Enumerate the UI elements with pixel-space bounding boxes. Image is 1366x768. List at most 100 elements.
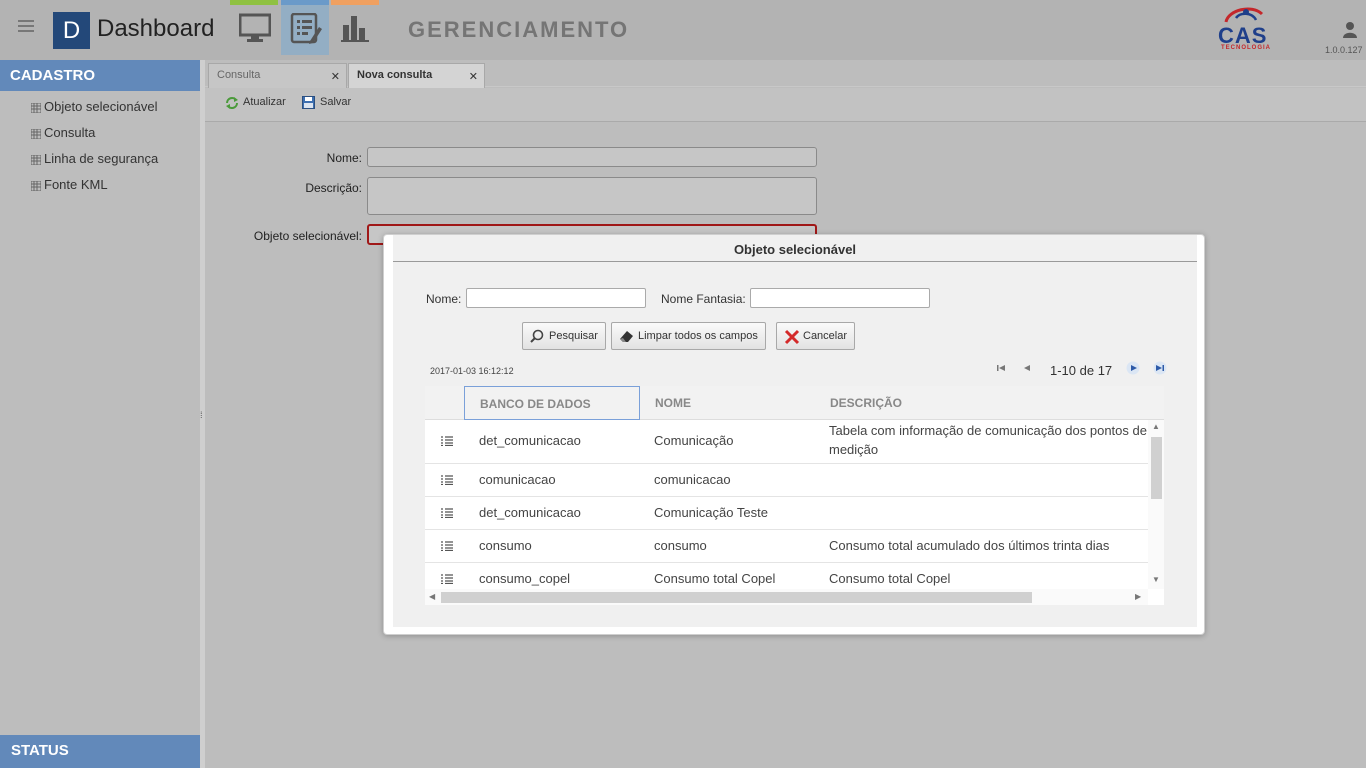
cas-logo-subtext: TECNOLOGIA <box>1221 45 1271 51</box>
search-icon <box>530 329 544 343</box>
save-label: Salvar <box>320 96 352 108</box>
next-page-icon[interactable] <box>1126 361 1140 375</box>
vertical-scroll-thumb[interactable] <box>1151 437 1162 499</box>
column-header-nome[interactable]: NOME <box>640 386 815 420</box>
table-row[interactable]: det_comunicacao Comunicação Tabela com i… <box>425 420 1148 464</box>
chart-strip <box>331 0 379 5</box>
dashboard-logo-icon: D <box>53 12 90 49</box>
user-icon[interactable] <box>1343 22 1357 38</box>
sidebar-item-label: Linha de segurança <box>44 151 159 166</box>
refresh-button[interactable]: Atualizar <box>225 96 286 109</box>
cell-description: Consumo total Copel <box>829 571 951 586</box>
scroll-down-icon[interactable]: ▼ <box>1152 575 1160 584</box>
name-input[interactable] <box>367 147 817 167</box>
cell-name: consumo <box>654 538 707 553</box>
sidebar-item-label: Consulta <box>44 125 96 140</box>
description-textarea[interactable] <box>367 177 817 215</box>
last-page-icon[interactable] <box>1153 361 1167 375</box>
sidebar-status-header[interactable]: STATUS <box>0 735 200 768</box>
top-header: D Dashboard GERENCIAMENTO CAS TECNOLOGIA… <box>0 0 1366 60</box>
scroll-right-icon[interactable]: ▶ <box>1135 592 1141 601</box>
close-icon[interactable]: ✕ <box>331 70 340 83</box>
cancel-label: Cancelar <box>803 330 848 342</box>
timestamp: 2017-01-03 16:12:12 <box>430 366 514 376</box>
version-label: 1.0.0.127 <box>1325 45 1363 55</box>
list-icon[interactable] <box>441 541 453 551</box>
cancel-x-icon <box>784 329 800 345</box>
cell-name: Comunicação <box>654 433 734 448</box>
cell-database: det_comunicacao <box>479 433 581 448</box>
monitor-strip <box>230 0 278 5</box>
table-row[interactable]: det_comunicacao Comunicação Teste <box>425 497 1148 530</box>
cell-description: Tabela com informação de comunicação dos… <box>829 423 1147 457</box>
results-table: BANCO DE DADOS NOME DESCRIÇÃO det_comuni… <box>425 386 1164 605</box>
grid-icon <box>31 103 41 113</box>
clear-fields-label: Limpar todos os campos <box>638 330 758 342</box>
object-label: Objeto selecionável: <box>253 229 362 243</box>
grid-icon <box>31 181 41 191</box>
tab-consulta[interactable]: Consulta ✕ <box>208 63 347 88</box>
list-icon[interactable] <box>441 475 453 485</box>
tab-nova-consulta[interactable]: Nova consulta ✕ <box>348 63 485 88</box>
sidebar-section-title[interactable]: CADASTRO <box>0 60 200 91</box>
scroll-left-icon[interactable]: ◀ <box>429 592 435 601</box>
cell-name: Consumo total Copel <box>654 571 776 586</box>
cell-database: det_comunicacao <box>479 505 581 520</box>
scroll-up-icon[interactable]: ▲ <box>1152 422 1160 431</box>
grid-icon <box>31 129 41 139</box>
sidebar: CADASTRO Objeto selecionável Consulta Li… <box>0 60 200 768</box>
monitor-nav-button[interactable] <box>230 0 278 55</box>
dialog-body: Objeto selecionável Nome: Nome Fantasia:… <box>393 235 1197 627</box>
monitor-icon <box>239 13 271 42</box>
clear-fields-button[interactable]: Limpar todos os campos <box>611 322 766 350</box>
column-header-descricao[interactable]: DESCRIÇÃO <box>815 386 1148 420</box>
cancel-button[interactable]: Cancelar <box>776 322 855 350</box>
dialog-name-input[interactable] <box>466 288 646 308</box>
previous-page-icon[interactable] <box>1020 361 1034 375</box>
sidebar-item-linha-de-seguranca[interactable]: Linha de segurança <box>0 146 200 172</box>
bar-chart-icon <box>341 16 369 42</box>
edit-strip <box>281 0 329 5</box>
save-icon <box>302 96 315 109</box>
save-button[interactable]: Salvar <box>302 96 352 109</box>
edit-list-icon <box>290 13 322 44</box>
eraser-icon <box>620 331 633 342</box>
first-page-icon[interactable] <box>994 361 1008 375</box>
search-label: Pesquisar <box>549 330 598 342</box>
close-icon[interactable]: ✕ <box>469 70 478 83</box>
horizontal-scrollbar[interactable]: ◀ ▶ <box>425 589 1148 605</box>
dialog-fantasy-label: Nome Fantasia: <box>661 292 746 306</box>
edit-list-nav-button[interactable] <box>281 0 329 55</box>
search-button[interactable]: Pesquisar <box>522 322 606 350</box>
sidebar-item-objeto-selecionavel[interactable]: Objeto selecionável <box>0 94 200 120</box>
tab-label: Consulta <box>217 69 261 81</box>
list-icon[interactable] <box>441 574 453 584</box>
sidebar-item-label: Objeto selecionável <box>44 99 158 114</box>
cell-name: comunicacao <box>654 472 731 487</box>
list-icon[interactable] <box>441 436 453 446</box>
splitter-grip-icon: ⁞ <box>200 410 203 420</box>
cell-database: consumo_copel <box>479 571 571 586</box>
table-row[interactable]: comunicacao comunicacao <box>425 464 1148 497</box>
table-row[interactable]: consumo consumo Consumo total acumulado … <box>425 530 1148 563</box>
list-icon[interactable] <box>441 508 453 518</box>
cell-description: Consumo total acumulado dos últimos trin… <box>829 538 1110 553</box>
sidebar-item-consulta[interactable]: Consulta <box>0 120 200 146</box>
column-header-banco-de-dados[interactable]: BANCO DE DADOS <box>464 386 640 420</box>
sidebar-item-fonte-kml[interactable]: Fonte KML <box>0 172 200 198</box>
refresh-label: Atualizar <box>243 96 286 108</box>
refresh-icon <box>226 97 238 109</box>
cell-name: Comunicação Teste <box>654 505 768 520</box>
dialog-title: Objeto selecionável <box>393 235 1197 262</box>
vertical-scrollbar[interactable]: ▲ ▼ <box>1148 420 1164 589</box>
grid-icon <box>31 155 41 165</box>
app-title: GERENCIAMENTO <box>408 17 630 42</box>
tab-bar: Consulta ✕ Nova consulta ✕ <box>205 60 1366 88</box>
toolbar: Atualizar Salvar <box>205 88 1366 122</box>
chart-nav-button[interactable] <box>331 0 379 55</box>
menu-icon[interactable] <box>18 20 34 34</box>
table-header: BANCO DE DADOS NOME DESCRIÇÃO <box>425 386 1164 420</box>
horizontal-scroll-thumb[interactable] <box>441 592 1032 603</box>
dialog-name-label: Nome: <box>426 292 462 306</box>
dialog-fantasy-input[interactable] <box>750 288 930 308</box>
